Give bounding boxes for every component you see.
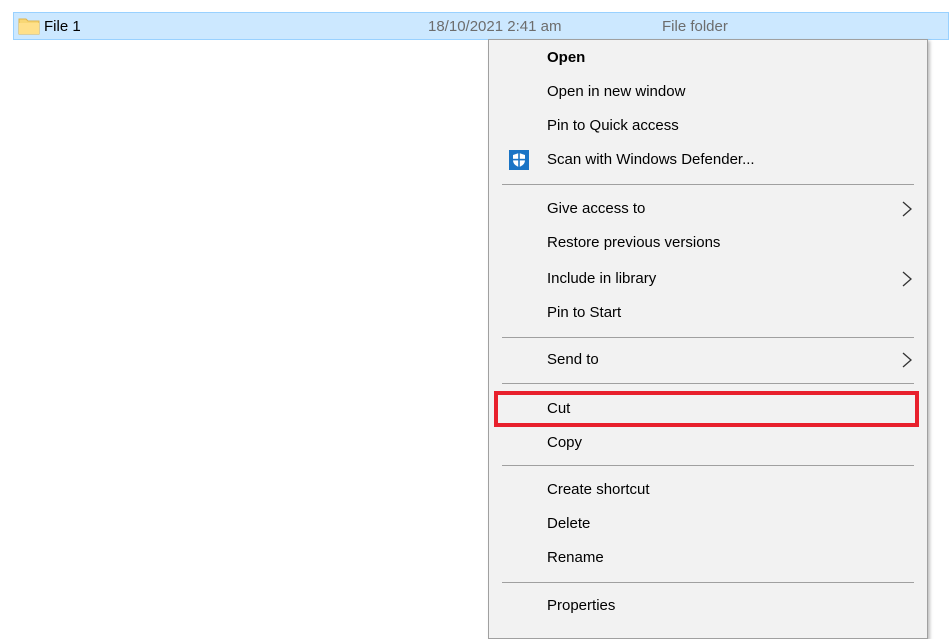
menu-separator: [502, 465, 914, 466]
menu-item-pin-to-start[interactable]: Pin to Start: [489, 296, 927, 330]
menu-item-give-access-to[interactable]: Give access to: [489, 192, 927, 226]
menu-item-copy[interactable]: Copy: [489, 426, 927, 460]
chevron-right-icon: [901, 351, 913, 369]
folder-icon: [18, 17, 40, 35]
menu-item-label: Create shortcut: [547, 481, 650, 498]
file-row-file-1[interactable]: File 1 18/10/2021 2:41 am File folder: [13, 12, 949, 40]
menu-item-restore-previous-versions[interactable]: Restore previous versions: [489, 226, 927, 260]
file-name: File 1: [44, 18, 81, 35]
menu-item-scan-with-windows-defender[interactable]: Scan with Windows Defender...: [489, 143, 927, 177]
menu-item-label: Scan with Windows Defender...: [547, 151, 755, 168]
menu-item-label: Open in new window: [547, 83, 686, 100]
menu-item-label: Give access to: [547, 200, 646, 217]
menu-item-label: Open: [547, 49, 586, 66]
menu-item-label: Properties: [547, 597, 616, 614]
menu-item-label: Pin to Start: [547, 304, 622, 321]
menu-item-open[interactable]: Open: [489, 41, 927, 75]
chevron-right-icon: [901, 200, 913, 218]
menu-item-rename[interactable]: Rename: [489, 541, 927, 575]
menu-item-create-shortcut[interactable]: Create shortcut: [489, 473, 927, 507]
context-menu: Open Open in new window Pin to Quick acc…: [488, 39, 928, 639]
menu-item-send-to[interactable]: Send to: [489, 343, 927, 377]
menu-item-label: Restore previous versions: [547, 234, 721, 251]
menu-separator: [502, 383, 914, 384]
file-date-modified: 18/10/2021 2:41 am: [428, 18, 562, 35]
menu-separator: [502, 184, 914, 185]
chevron-right-icon: [901, 270, 913, 288]
windows-defender-icon: [509, 150, 529, 170]
menu-item-label: Include in library: [547, 270, 657, 287]
menu-separator: [502, 337, 914, 338]
menu-item-label: Rename: [547, 549, 604, 566]
file-type: File folder: [662, 18, 728, 35]
menu-item-include-in-library[interactable]: Include in library: [489, 262, 927, 296]
menu-item-pin-to-quick-access[interactable]: Pin to Quick access: [489, 109, 927, 143]
menu-separator: [502, 582, 914, 583]
menu-item-label: Send to: [547, 351, 599, 368]
menu-item-label: Copy: [547, 434, 583, 451]
menu-item-delete[interactable]: Delete: [489, 507, 927, 541]
menu-item-open-in-new-window[interactable]: Open in new window: [489, 75, 927, 109]
highlight-outline-cut: [494, 391, 919, 427]
menu-item-properties[interactable]: Properties: [489, 589, 927, 623]
menu-item-label: Delete: [547, 515, 591, 532]
menu-item-label: Pin to Quick access: [547, 117, 679, 134]
